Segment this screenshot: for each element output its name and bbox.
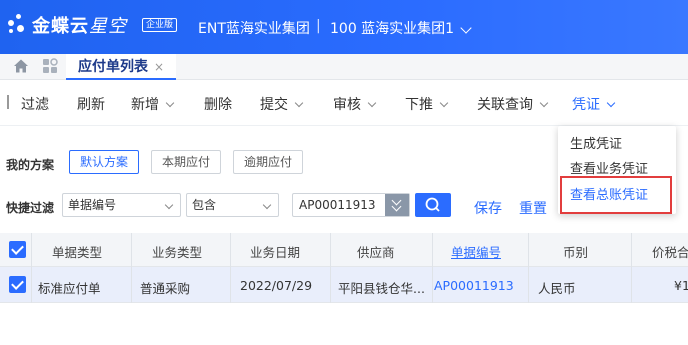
chevron-down-icon[interactable] xyxy=(460,22,472,34)
filter-field-select[interactable]: 单据编号 xyxy=(62,193,181,217)
cell-total-with-tax: ¥1 xyxy=(674,278,688,293)
chevron-down-icon xyxy=(606,98,616,108)
org-name: ENT蓝海实业集团 xyxy=(198,21,310,37)
chevron-down-icon xyxy=(439,98,449,108)
col-header-business-type[interactable]: 业务类型 xyxy=(152,242,202,261)
scheme-label: 我的方案 xyxy=(6,158,55,172)
col-header-doc-number[interactable]: 单据编号 xyxy=(451,242,501,261)
submit-button[interactable]: 提交 xyxy=(260,94,304,114)
scheme-current-period[interactable]: 本期应付 xyxy=(151,150,222,174)
highlight-box xyxy=(560,176,672,214)
chevron-down-icon xyxy=(294,98,304,108)
cell-supplier: 平阳县钱仓华... xyxy=(338,281,425,296)
reset-button[interactable]: 重置 xyxy=(519,198,547,218)
filter-value-input[interactable]: AP00011913 xyxy=(292,193,410,217)
chevron-down-icon xyxy=(367,98,377,108)
search-icon xyxy=(425,197,440,212)
chevron-down-icon xyxy=(165,98,175,108)
related-query-button[interactable]: 关联查询 xyxy=(477,94,549,114)
col-header-currency[interactable]: 币别 xyxy=(563,242,588,261)
toolbar-divider xyxy=(7,95,9,109)
cell-doc-number-link[interactable]: AP00011913 xyxy=(434,278,514,293)
scheme-default[interactable]: 默认方案 xyxy=(69,150,140,174)
cell-currency: 人民币 xyxy=(538,281,576,296)
cell-business-type: 普通采购 xyxy=(140,281,191,296)
chevron-down-icon xyxy=(262,200,272,210)
filter-button[interactable]: 过滤 xyxy=(21,94,49,114)
push-down-button[interactable]: 下推 xyxy=(405,94,449,114)
col-header-supplier[interactable]: 供应商 xyxy=(357,242,395,261)
org-separator: | xyxy=(316,18,321,34)
refresh-button[interactable]: 刷新 xyxy=(77,94,105,114)
scheme-overdue[interactable]: 逾期应付 xyxy=(233,150,304,174)
tab-label: 应付单列表 xyxy=(78,59,148,75)
col-header-doc-type[interactable]: 单据类型 xyxy=(52,242,102,261)
filter-operator-select[interactable]: 包含 xyxy=(186,193,279,217)
menu-item-view-business-voucher[interactable]: 查看业务凭证 xyxy=(570,158,648,177)
col-header-total-with-tax[interactable]: 价税合 xyxy=(652,242,688,261)
chevron-down-icon xyxy=(539,98,549,108)
save-button[interactable]: 保存 xyxy=(474,198,502,218)
tab-payable-list[interactable]: 应付单列表 × xyxy=(66,54,177,80)
double-chevron-down-icon[interactable] xyxy=(385,194,409,216)
col-header-business-date[interactable]: 业务日期 xyxy=(250,242,300,261)
tab-close-icon[interactable]: × xyxy=(154,60,164,74)
home-icon[interactable] xyxy=(13,58,29,74)
select-all-checkbox[interactable] xyxy=(9,241,26,258)
top-header: 金蝶云星空 企业版 ENT蓝海实业集团 | 100 蓝海实业集团1 xyxy=(0,0,688,54)
delete-button[interactable]: 删除 xyxy=(204,94,232,114)
org-unit-selector[interactable]: 100 蓝海实业集团1 xyxy=(330,18,454,38)
new-button[interactable]: 新增 xyxy=(131,94,175,114)
apps-grid-icon[interactable] xyxy=(42,58,58,74)
row-checkbox[interactable] xyxy=(9,276,26,293)
voucher-button[interactable]: 凭证 xyxy=(572,94,616,114)
menu-item-generate-voucher[interactable]: 生成凭证 xyxy=(570,133,622,152)
quick-filter-label: 快捷过滤 xyxy=(6,201,55,215)
brand-name: 金蝶云星空 xyxy=(32,16,127,37)
chevron-down-icon xyxy=(164,200,174,210)
cell-doc-type: 标准应付单 xyxy=(38,281,101,296)
audit-button[interactable]: 审核 xyxy=(333,94,377,114)
kingdee-logo-icon xyxy=(6,12,30,36)
cell-business-date: 2022/07/29 xyxy=(240,278,313,293)
search-button[interactable] xyxy=(415,193,451,217)
edition-badge: 企业版 xyxy=(142,18,178,32)
